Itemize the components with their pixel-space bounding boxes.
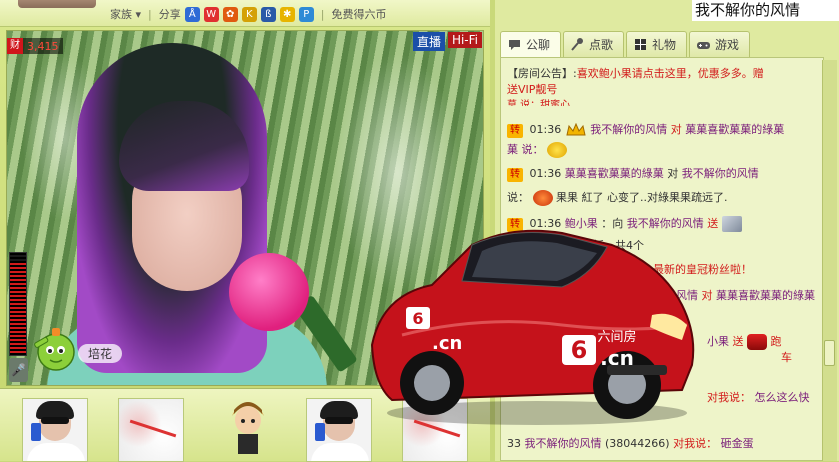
chat-user-id: (38044266) [605, 437, 670, 450]
chat-user[interactable]: 我不解你的风情 [525, 437, 602, 450]
chat-time: 01:36 [529, 167, 562, 180]
chat-user[interactable]: 菓菓喜歡菓菓的綠菓 [685, 123, 784, 136]
toolbar-items: 家族 ▾ | 分享 Å W ✿ K ß ✱ P | 免费得六币 [110, 6, 386, 22]
chat-message: 车 [781, 351, 792, 364]
tab-song-request[interactable]: 点歌 [563, 31, 625, 57]
microphone-button[interactable]: 🎤 [9, 358, 28, 382]
chat-line: 对我说： 怎么这么快 [707, 390, 810, 406]
chat-verb: 对 [667, 167, 679, 180]
family-menu[interactable]: 家族 ▾ [110, 6, 141, 22]
chat-line: 小果 送 跑 [707, 334, 782, 350]
gift-icon [635, 39, 647, 50]
chat-user[interactable]: 我不解你的风情 [590, 123, 667, 136]
watering-can-mascot-icon [34, 328, 75, 371]
chat-message: 跑 [770, 335, 782, 348]
baidu-share-icon[interactable]: ß [260, 6, 276, 22]
tab-label: 点歌 [589, 38, 614, 52]
chat-verb: 送 [732, 335, 744, 348]
chat-line: 菓 说： [507, 142, 567, 158]
chat-message: 果果 紅了 心变了..对綠果果疏远了. [556, 191, 728, 204]
chat-message: 砸金蛋 [720, 437, 754, 450]
room-announcement[interactable]: 【房间公告】:喜欢鲍小果请点击这里，优惠多多。赠 [507, 66, 764, 82]
chat-message: 怎么这么快 [754, 391, 810, 404]
coin-icon: 财 [7, 38, 23, 54]
audience-thumb[interactable] [22, 398, 88, 462]
divider: | [320, 7, 325, 21]
car-logo-number: 6 [571, 336, 588, 364]
announce-text-continued: 送VIP靓号 [507, 83, 558, 96]
chat-scroll-thumb[interactable] [824, 340, 835, 366]
announce-text: 喜欢鲍小果请点击这里，优惠多多。赠 [576, 67, 764, 80]
car-side-domain: .cn [432, 333, 462, 354]
chat-line: 说： 果果 紅了 心变了..对綠果果疏远了. [507, 190, 727, 206]
car-side-number: 6 [412, 309, 423, 328]
mascot-label: 培花 [78, 344, 123, 363]
tab-label: 礼物 [652, 38, 677, 52]
chat-user[interactable]: 菓菓喜歡菓菓的綠菓 [716, 289, 815, 302]
chat-verb: 送 [707, 217, 719, 230]
chat-user[interactable]: 菓菓喜歡菓菓的綠菓 [565, 167, 664, 180]
chat-line-partial: 莫 说：甜蜜心 [507, 100, 571, 106]
chat-time: 01:36 [529, 123, 562, 136]
coin-count: 3,415 [27, 39, 59, 53]
repost-tag[interactable]: 转 [507, 168, 523, 182]
angry-emoji-icon [532, 190, 553, 206]
grin-emoji-icon [547, 142, 567, 158]
chat-tabs: 公聊 点歌 礼物 游戏 [500, 31, 751, 57]
host-avatar[interactable] [18, 0, 96, 8]
sports-car-gift-animation-icon: 6 .cn 六间房 6 .cn [370, 229, 695, 425]
window-title: 我不解你的风情 [692, 0, 839, 21]
tab-label: 游戏 [715, 38, 740, 52]
tab-games[interactable]: 游戏 [689, 31, 751, 57]
audience-thumb[interactable] [118, 398, 184, 462]
chat-scrollbar[interactable] [822, 60, 837, 461]
qzone-share-icon[interactable]: Å [184, 6, 200, 22]
repost-tag[interactable]: 转 [507, 124, 523, 138]
tab-label: 公聊 [526, 38, 551, 52]
microphone-icon [571, 38, 584, 51]
chat-line: 转 01:36 菓菓喜歡菓菓的綠菓 对 我不解你的风情 [507, 166, 759, 182]
cartoon-character-icon [232, 402, 264, 454]
coin-counter: 财 3,415 [7, 38, 63, 54]
kaixin-share-icon[interactable]: K [241, 6, 257, 22]
tencent-share-icon[interactable]: ✱ [279, 6, 295, 22]
chat-verb: 对我说： [673, 437, 718, 450]
announce-prefix: 【房间公告】: [507, 67, 577, 80]
live-badge: 直播 [412, 32, 445, 51]
share-label: 分享 [158, 8, 181, 21]
weibo-share-icon[interactable]: W [203, 6, 219, 22]
car-brand-text: 六间房 [597, 329, 636, 345]
tab-gifts[interactable]: 礼物 [626, 31, 688, 57]
renren-share-icon[interactable]: ✿ [222, 6, 238, 22]
chat-verb: 对 [670, 123, 682, 136]
video-mic [229, 253, 309, 331]
hifi-badge: Hi-Fi [447, 32, 482, 48]
chat-line: 转 01:36 我不解你的风情 对 菓菓喜歡菓菓的綠菓 [507, 122, 784, 138]
tab-public-chat[interactable]: 公聊 [500, 31, 562, 57]
volume-meter [9, 252, 27, 356]
chat-user[interactable]: 小果 [707, 335, 729, 348]
crown-badge-icon [566, 122, 586, 136]
chat-verb: 说： [507, 191, 529, 204]
chat-line: 33 我不解你的风情 (38044266) 对我说： 砸金蛋 [507, 436, 754, 452]
divider: | [148, 7, 152, 21]
pengyou-share-icon[interactable]: P [298, 6, 314, 22]
family-label: 家族 [110, 8, 132, 21]
gamepad-icon [697, 42, 711, 49]
sports-car-gift-icon [747, 334, 767, 350]
chat-bubble-icon [509, 40, 520, 50]
chat-verb: 对我说： [707, 391, 751, 404]
earn-coins-link[interactable]: 免费得六币 [331, 6, 386, 22]
washboard-gift-icon [721, 216, 742, 232]
chat-time: 33 [507, 437, 521, 450]
chat-user[interactable]: 我不解你的风情 [682, 167, 759, 180]
chat-user-continued: 菓 说： [507, 143, 544, 156]
